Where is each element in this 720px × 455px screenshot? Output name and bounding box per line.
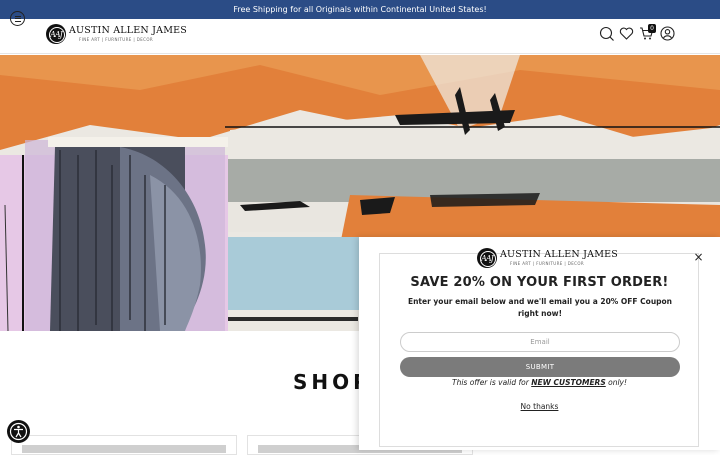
brand-tagline: FINE ART | FURNITURE | DECOR — [79, 36, 154, 42]
logo-monogram-icon: AAJ — [46, 24, 66, 44]
new-customers-text: NEW CUSTOMERS — [531, 378, 606, 387]
no-thanks-link[interactable]: No thanks — [359, 402, 720, 411]
brand-name: AUSTIN ALLEN JAMES — [69, 24, 187, 36]
email-input[interactable] — [400, 332, 680, 352]
popup-brand-tagline: FINE ART | FURNITURE | DECOR — [510, 260, 585, 266]
menu-icon[interactable] — [10, 11, 25, 26]
offer-note: This offer is valid for NEW CUSTOMERS on… — [451, 378, 628, 387]
product-card[interactable] — [11, 435, 237, 455]
logo-monogram-icon: AAJ — [477, 248, 497, 268]
cart-count-badge: 0 — [648, 24, 656, 33]
popup-logo: AAJ AUSTIN ALLEN JAMES FINE ART | FURNIT… — [477, 248, 618, 268]
announcement-bar: Free Shipping for all Originals within C… — [0, 0, 720, 19]
submit-button[interactable]: SUBMIT — [400, 357, 680, 377]
site-logo[interactable]: AAJ AUSTIN ALLEN JAMES FINE ART | FURNIT… — [46, 24, 187, 44]
popup-brand-name: AUSTIN ALLEN JAMES — [500, 248, 618, 260]
heart-icon[interactable] — [619, 26, 634, 41]
popup-title: SAVE 20% ON YOUR FIRST ORDER! — [410, 275, 669, 290]
accessibility-icon[interactable] — [7, 420, 30, 443]
popup-subtitle: Enter your email below and we'll email y… — [407, 297, 673, 318]
product-thumbnail — [22, 445, 226, 453]
announcement-text: Free Shipping for all Originals within C… — [233, 5, 487, 14]
account-icon[interactable] — [660, 26, 675, 41]
newsletter-popup: × AAJ AUSTIN ALLEN JAMES FINE ART | FURN… — [359, 237, 720, 450]
close-icon[interactable]: × — [693, 251, 704, 263]
search-icon[interactable] — [599, 26, 614, 41]
